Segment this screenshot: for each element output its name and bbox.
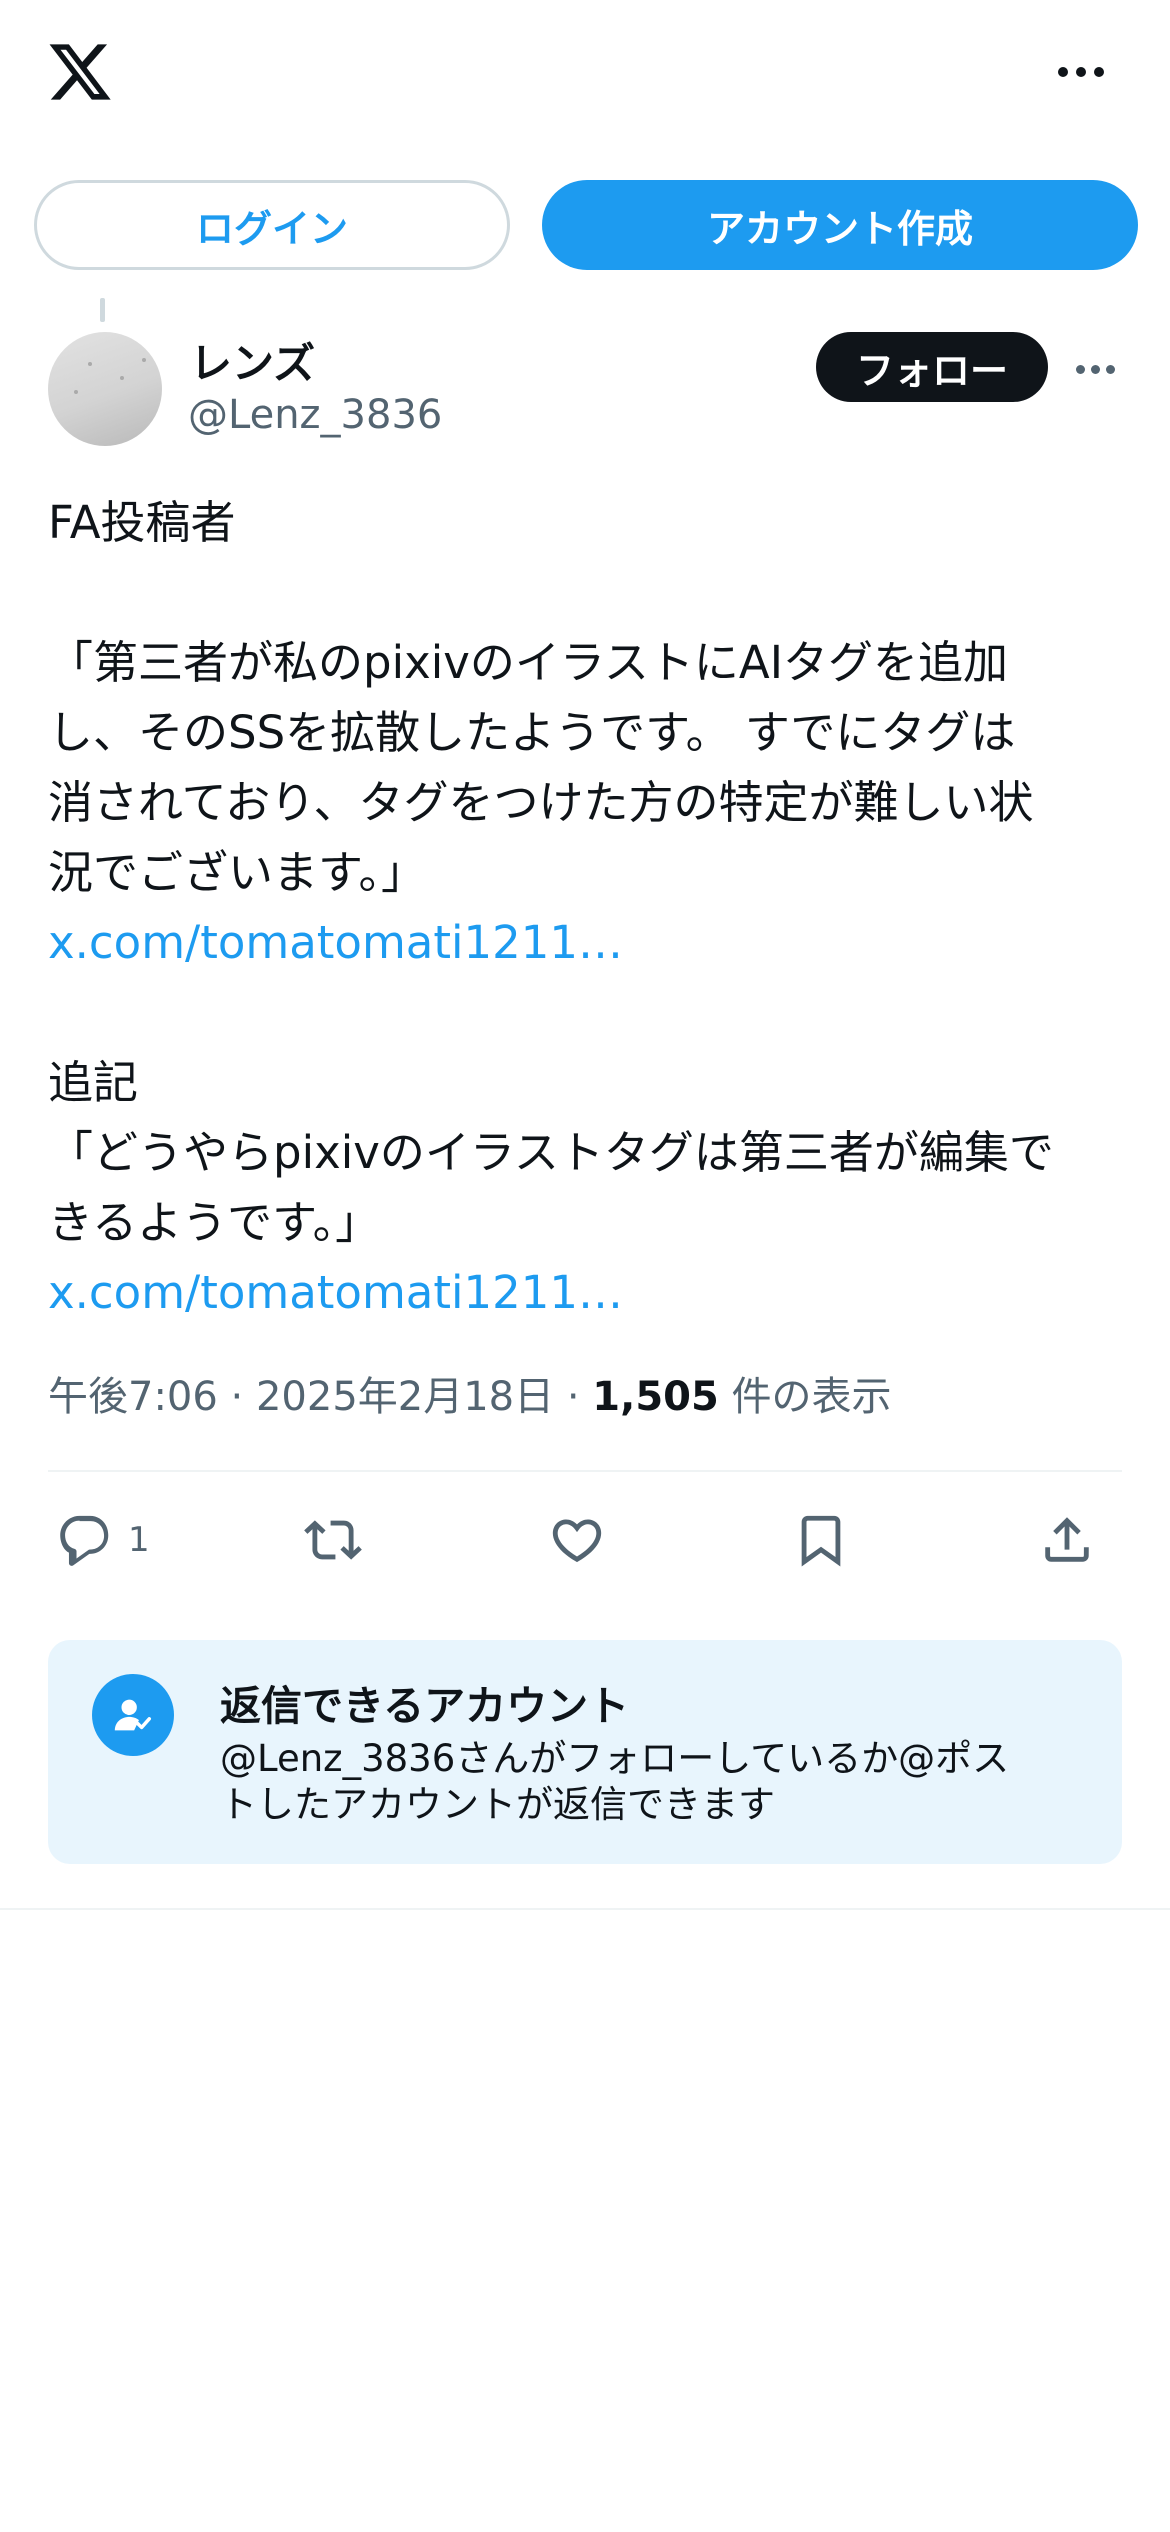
reply-count: 1 bbox=[128, 1520, 150, 1560]
reply-restriction-description: @Lenz_3836さんがフォローしているか@ポス トしたアカウントが返信できま… bbox=[220, 1736, 1080, 1828]
more-horizontal-icon[interactable] bbox=[1058, 60, 1114, 84]
tweet-line: 況でございます。」 bbox=[48, 846, 427, 899]
reply-button[interactable]: 1 bbox=[56, 1500, 150, 1580]
tweet-time[interactable]: 午後7:06 bbox=[48, 1374, 218, 1420]
author-handle[interactable]: @Lenz_3836 bbox=[188, 392, 442, 438]
divider bbox=[0, 1908, 1170, 1910]
tweet-text: FA投稿者 「第三者が私のpixivのイラストにAIタグを追加 し、そのSSを拡… bbox=[48, 488, 1128, 1328]
retweet-icon bbox=[304, 1520, 362, 1560]
share-icon bbox=[1045, 1517, 1089, 1562]
divider bbox=[48, 1470, 1122, 1472]
tweet-link[interactable]: x.com/tomatomati1211… bbox=[48, 908, 1128, 978]
tweet-action-bar: 1 bbox=[48, 1500, 1122, 1580]
meta-separator: · bbox=[554, 1374, 593, 1420]
top-bar bbox=[0, 0, 1170, 160]
tweet-date[interactable]: 2025年2月18日 bbox=[256, 1374, 554, 1420]
reply-restriction-box: 返信できるアカウント @Lenz_3836さんがフォローしているか@ポス トした… bbox=[48, 1640, 1122, 1864]
view-count: 1,505 bbox=[592, 1374, 719, 1420]
create-account-button[interactable]: アカウント作成 bbox=[542, 180, 1138, 270]
like-button[interactable] bbox=[548, 1500, 606, 1580]
login-button[interactable]: ログイン bbox=[34, 180, 510, 270]
tweet-line: し、そのSSを拡散したようです。 すでにタグは bbox=[48, 706, 1016, 759]
x-logo-icon[interactable] bbox=[46, 38, 114, 106]
author-display-name[interactable]: レンズ bbox=[190, 330, 315, 391]
view-count-label: 件の表示 bbox=[718, 1374, 892, 1420]
retweet-button[interactable] bbox=[304, 1500, 362, 1580]
user-check-icon bbox=[92, 1674, 174, 1756]
tweet-more-icon[interactable] bbox=[1076, 362, 1120, 376]
tweet-line: 「第三者が私のpixivのイラストにAIタグを追加 bbox=[48, 636, 1008, 689]
tweet-meta: 午後7:06 · 2025年2月18日 · 1,505 件の表示 bbox=[48, 1364, 892, 1422]
avatar[interactable] bbox=[48, 332, 162, 446]
tweet-link[interactable]: x.com/tomatomati1211… bbox=[48, 1258, 1128, 1328]
reply-restriction-line: @Lenz_3836さんがフォローしているか@ポス bbox=[220, 1737, 1010, 1780]
tweet-line: 消されており、タグをつけた方の特定が難しい状 bbox=[48, 776, 1034, 829]
tweet-line: FA投稿者 bbox=[48, 496, 236, 549]
bookmark-icon bbox=[801, 1515, 841, 1567]
meta-separator: · bbox=[217, 1374, 256, 1420]
share-button[interactable] bbox=[1038, 1500, 1096, 1580]
heart-icon bbox=[552, 1519, 602, 1563]
follow-button[interactable]: フォロー bbox=[816, 332, 1048, 402]
reply-restriction-title: 返信できるアカウント bbox=[220, 1682, 630, 1730]
thread-connector-line bbox=[100, 298, 105, 322]
bookmark-button[interactable] bbox=[792, 1500, 850, 1580]
reply-icon bbox=[60, 1515, 109, 1566]
tweet-line: 追記 bbox=[48, 1056, 139, 1109]
tweet-line: 「どうやらpixivのイラストタグは第三者が編集で bbox=[48, 1126, 1054, 1179]
auth-button-row: ログイン アカウント作成 bbox=[34, 180, 1138, 270]
tweet-line: きるようです。」 bbox=[48, 1196, 381, 1249]
reply-restriction-line: トしたアカウントが返信できます bbox=[220, 1783, 775, 1826]
